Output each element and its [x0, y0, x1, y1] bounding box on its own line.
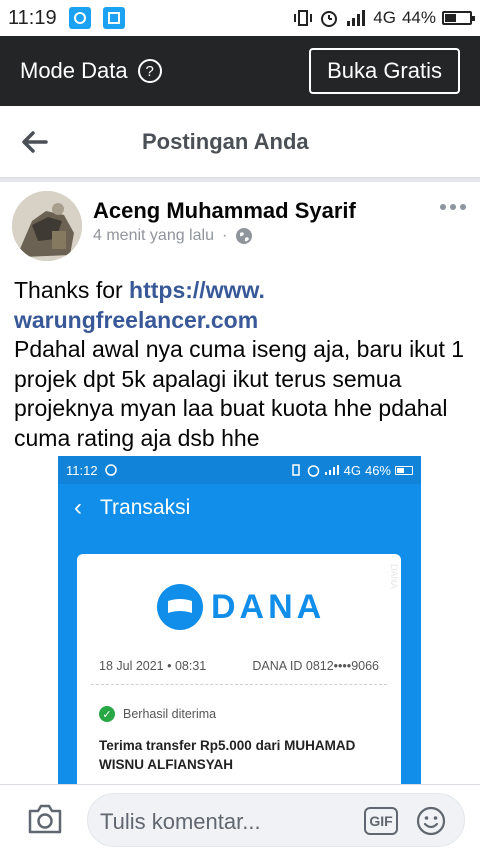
check-icon: ✓	[99, 706, 115, 722]
embedded-app-icon	[104, 464, 117, 476]
dot-icon	[460, 204, 466, 210]
vibrate-icon	[294, 10, 313, 26]
arrow-left-icon	[22, 130, 48, 153]
gif-button[interactable]: GIF	[364, 807, 398, 835]
back-button[interactable]	[0, 106, 70, 178]
network-type: 4G	[373, 8, 396, 27]
page-title: Postingan Anda	[142, 128, 309, 154]
signal-icon	[347, 10, 366, 26]
embedded-signal-icon	[324, 465, 339, 475]
avatar[interactable]	[12, 191, 82, 261]
dot-icon	[440, 204, 446, 210]
embedded-alarm-icon	[307, 464, 319, 477]
smiley-icon	[416, 806, 446, 836]
app-notification-icon	[68, 7, 91, 29]
battery-icon	[442, 11, 475, 25]
embedded-time: 11:12	[66, 462, 98, 478]
question-icon[interactable]: ?	[137, 59, 162, 83]
section-divider	[0, 178, 480, 182]
comment-placeholder: Tulis komentar...	[100, 809, 261, 834]
status-bar: 11:19 4G 44%	[0, 0, 480, 36]
screenshot-notification-icon	[102, 7, 125, 29]
embedded-network: 4G	[343, 462, 361, 478]
dana-logo: DANA	[157, 584, 325, 630]
dana-logo-icon	[157, 584, 203, 630]
embedded-receipt-card: DANA DANA 18 Jul 2021 • 08:31 DANA ID 08…	[77, 554, 401, 786]
post-text-prefix: Thanks for	[14, 277, 130, 303]
camera-icon	[28, 804, 62, 834]
embedded-watermark: DANA	[389, 564, 399, 590]
embedded-dana-id: DANA ID 0812••••9066	[252, 659, 379, 673]
embedded-back-icon: ‹	[74, 494, 82, 521]
mode-data-bar: Mode Data ? Buka Gratis	[0, 36, 480, 106]
embedded-battery-icon	[395, 465, 413, 475]
embedded-nav: ‹ Transaksi	[58, 484, 421, 532]
embedded-description: Terima transfer Rp5.000 dari MUHAMAD WIS…	[99, 738, 356, 772]
embedded-status: Berhasil diterima	[123, 707, 217, 721]
status-indicators: 4G 44%	[293, 8, 475, 28]
embedded-separator	[91, 684, 387, 685]
post-meta: 4 menit yang lalu ·	[93, 227, 253, 245]
buka-gratis-button[interactable]: Buka Gratis	[309, 48, 460, 94]
emoji-button[interactable]	[416, 806, 446, 836]
embedded-status-line: ✓ Berhasil diterima	[99, 706, 216, 722]
globe-icon	[236, 228, 253, 244]
mode-data-label: Mode Data	[20, 58, 128, 83]
embedded-status-bar: 11:12 4G 46%	[58, 456, 421, 484]
alarm-icon	[321, 11, 338, 27]
page-header: Postingan Anda	[0, 106, 480, 178]
post-time[interactable]: 4 menit yang lalu	[93, 227, 214, 245]
battery-percent: 44%	[401, 8, 436, 27]
embedded-date: 18 Jul 2021 • 08:31	[99, 659, 207, 673]
embedded-vibrate-icon	[291, 464, 300, 476]
camera-button[interactable]	[26, 803, 64, 835]
dana-logo-text: DANA	[211, 587, 326, 626]
post-image[interactable]: 11:12 4G 46% ‹ Transaksi DANA DANA 18 Ju…	[58, 456, 421, 786]
status-time: 11:19	[8, 6, 57, 29]
comment-bar: Tulis komentar... GIF	[0, 784, 480, 854]
more-options-button[interactable]	[440, 204, 466, 210]
post-author[interactable]: Aceng Muhammad Syarif	[93, 198, 356, 224]
post-text: Thanks for https://www. warungfreelancer.…	[14, 276, 470, 453]
comment-input[interactable]: Tulis komentar... GIF	[87, 793, 465, 847]
meta-separator: ·	[221, 227, 228, 244]
dot-icon	[450, 204, 456, 210]
embedded-nav-title: Transaksi	[100, 496, 191, 519]
post-text-body: Pdahal awal nya cuma iseng aja, baru iku…	[14, 336, 465, 451]
embedded-battery-percent: 46%	[364, 462, 391, 478]
